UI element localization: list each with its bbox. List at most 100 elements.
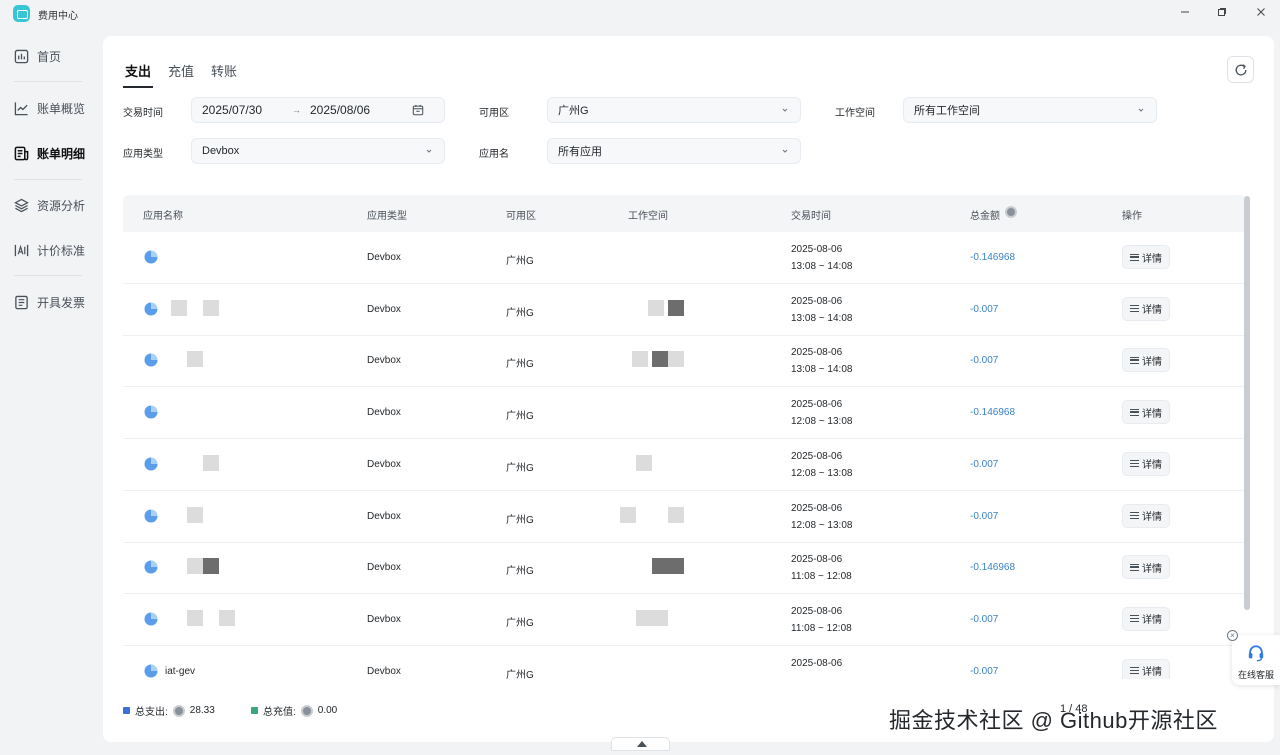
app-name-select[interactable]: 所有应用 [547,138,801,164]
zone-cell: 广州G [506,411,534,423]
sidebar-item-resource-analysis[interactable]: 资源分析 [0,190,103,220]
zone-select[interactable]: 广州G [547,97,801,123]
redacted-block [187,506,203,523]
transaction-date: 2025-08-06 [791,605,843,617]
column-header-action: 操作 [1122,211,1142,222]
table-row: Devbox 广州G 2025-08-06 11:08 ~ 12:08 -0.007 详情 [123,594,1245,646]
detail-button[interactable]: 详情 [1122,245,1170,269]
amount-cell: -0.146968 [970,562,1016,574]
sidebar-divider [14,81,82,82]
zone-label: 可用区 [479,108,509,119]
wallet-icon [13,5,30,22]
transaction-date: 2025-08-06 [791,554,843,566]
detail-button-label: 详情 [1142,408,1162,420]
amount-cell: -0.146968 [970,407,1016,419]
total-recharge-label: 总充值: [263,707,296,718]
redacted-block [187,558,203,575]
zone-cell: 广州G [506,514,534,526]
devbox-logo-icon [144,560,158,574]
app-type-select[interactable]: Devbox [191,138,445,164]
tab-recharge[interactable]: 充值 [168,61,194,88]
online-service-button[interactable]: 在线客服 [1232,635,1280,685]
app-type-cell: Devbox [367,303,401,315]
redacted-block [203,558,219,575]
redacted-block [636,454,652,471]
table-row: iat-gev Devbox 广州G 2025-08-06 -0.007 详情 [123,646,1245,679]
sidebar-item-label: 计价标准 [37,243,86,258]
detail-button[interactable]: 详情 [1122,400,1170,425]
table-scrollbar[interactable] [1244,196,1250,610]
redacted-block [668,558,684,575]
detail-button-label: 详情 [1142,512,1162,523]
coin-icon [300,704,313,717]
app-name-label: 应用名 [479,149,509,160]
minimize-button[interactable] [1176,4,1194,22]
maximize-button[interactable] [1213,4,1231,22]
detail-button[interactable]: 详情 [1122,348,1170,373]
amount-cell: -0.007 [970,613,999,625]
sidebar-item-home[interactable]: 首页 [0,41,103,71]
app-name-select-value: 所有应用 [558,146,602,158]
detail-button[interactable]: 详情 [1122,451,1170,476]
transaction-time-range: 12:08 ~ 13:08 [791,467,853,479]
date-range-picker[interactable]: 2025/07/30 → 2025/08/06 [191,97,445,123]
start-date[interactable]: 2025/07/30 [202,103,262,117]
calendar-icon[interactable] [412,104,424,116]
table-row: Devbox 广州G 2025-08-06 12:08 ~ 13:08 -0.007 详情 [123,439,1245,491]
list-icon [1130,305,1139,313]
table-row: Devbox 广州G 2025-08-06 13:08 ~ 14:08 -0.007 详情 [123,284,1245,336]
transaction-time-range: 12:08 ~ 13:08 [791,519,853,531]
transaction-time-cell: 2025-08-06 [791,655,842,672]
transaction-time-cell: 2025-08-06 12:08 ~ 13:08 [791,500,852,534]
workspace-select-value: 所有工作空间 [914,105,980,117]
receipt-icon [14,146,29,160]
redacted-block [203,299,219,316]
refresh-button[interactable] [1227,56,1254,83]
transaction-time-range: 12:08 ~ 13:08 [791,416,853,428]
sidebar-item-invoice[interactable]: 开具发票 [0,287,103,317]
service-close-icon[interactable]: × [1227,630,1238,641]
detail-button[interactable]: 详情 [1122,296,1170,321]
transaction-date: 2025-08-06 [791,399,843,411]
transaction-date: 2025-08-06 [791,295,843,307]
column-header-zone: 可用区 [506,211,536,222]
window-title: 费用中心 [38,11,78,22]
list-icon [1130,460,1139,468]
detail-button[interactable]: 详情 [1122,555,1170,580]
chevron-down-icon [782,108,788,112]
total-spend-label: 总支出: [135,707,168,718]
sidebar-item-bill-detail[interactable]: 账单明细 [0,138,103,168]
zone-cell: 广州G [506,617,534,629]
restore-icon [1218,8,1226,16]
app-type-cell: Devbox [367,458,401,470]
list-icon [1130,563,1139,571]
devbox-logo-icon [144,664,158,678]
amount-cell: -0.007 [970,510,999,522]
app-type-cell: Devbox [367,407,401,419]
recharge-legend-square [251,707,258,714]
detail-button[interactable]: 详情 [1122,658,1170,679]
redacted-block [652,609,668,626]
online-service-label: 在线客服 [1237,670,1274,680]
sidebar-item-label: 账单明细 [37,146,86,161]
tab-expense[interactable]: 支出 [122,61,154,88]
total-spend-value: 28.33 [189,705,215,716]
list-icon [1130,356,1139,364]
bill-table: 应用名称 应用类型 可用区 工作空间 交易时间 总金额 操作 Devbox 广州G… [123,195,1245,679]
zone-cell: 广州G [506,359,534,371]
app-name-cell[interactable]: iat-gev [165,666,195,677]
chevron-down-icon [426,149,432,153]
zone-cell: 广州G [506,307,534,319]
detail-button[interactable]: 详情 [1122,606,1170,631]
transaction-time-range: 13:08 ~ 14:08 [791,312,853,324]
sidebar-item-pricing[interactable]: 计价标准 [0,235,103,265]
transaction-time-label: 交易时间 [123,108,163,119]
end-date[interactable]: 2025/08/06 [310,103,370,117]
collapse-toggle-button[interactable] [611,737,670,751]
transaction-time-cell: 2025-08-06 12:08 ~ 13:08 [791,396,852,430]
tab-transfer[interactable]: 转账 [211,61,237,88]
sidebar-item-bill-overview[interactable]: 账单概览 [0,93,103,123]
close-button[interactable] [1252,4,1270,22]
workspace-select[interactable]: 所有工作空间 [903,97,1157,123]
detail-button[interactable]: 详情 [1122,503,1170,528]
